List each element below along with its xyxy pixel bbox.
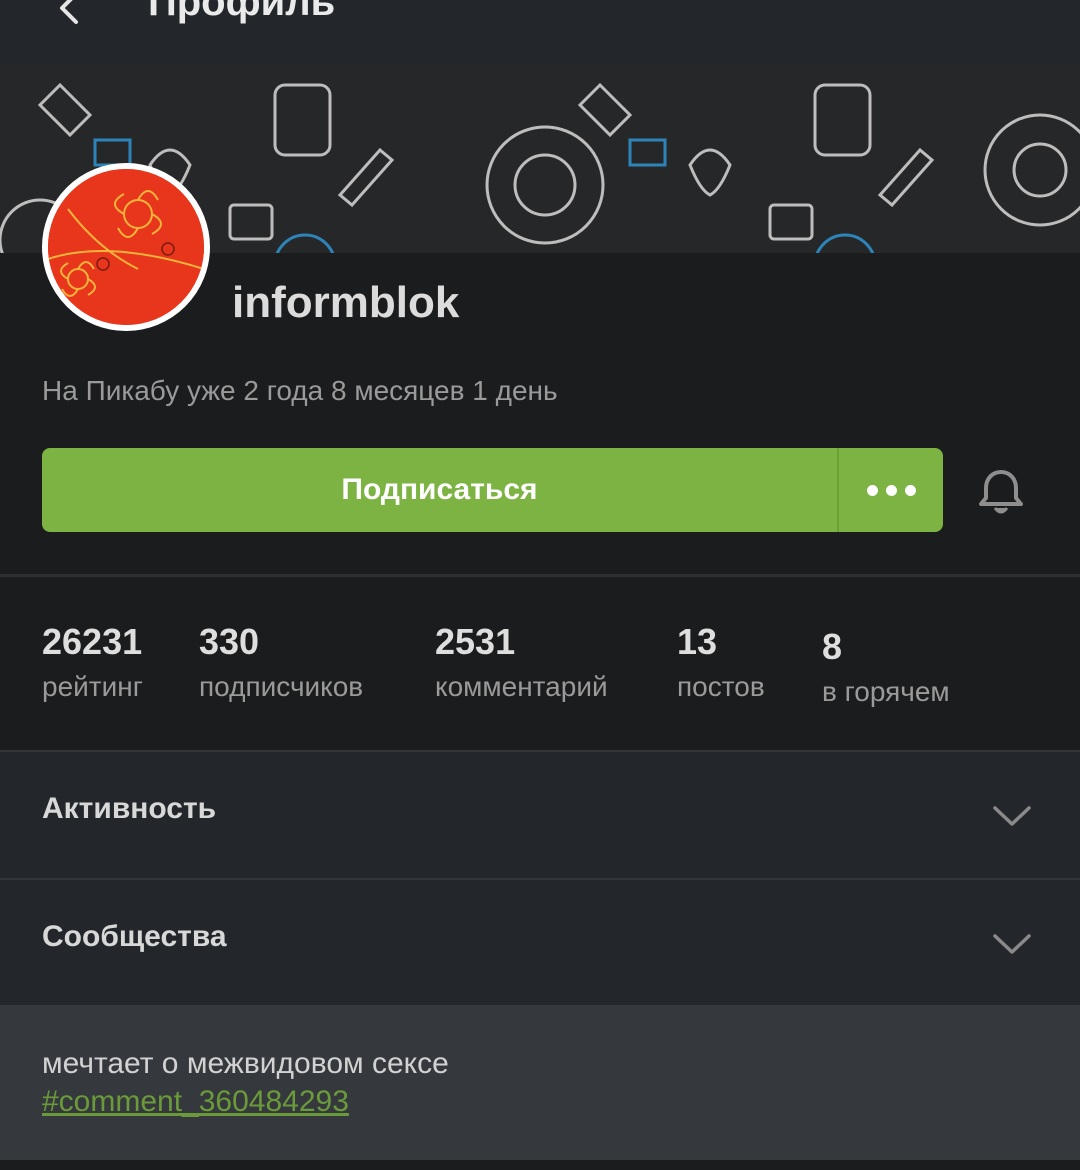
stat-label: постов bbox=[677, 671, 765, 702]
subscribe-button[interactable]: Подписаться bbox=[42, 448, 837, 532]
stat-value: 8 bbox=[822, 626, 843, 667]
more-dots-icon[interactable] bbox=[837, 448, 943, 532]
top-app-bar: Профиль bbox=[0, 0, 1080, 65]
chevron-down-icon bbox=[993, 806, 1031, 826]
stat-value: 2531 bbox=[435, 621, 516, 662]
stat-value: 330 bbox=[199, 621, 260, 662]
page-title: Профиль bbox=[148, 0, 336, 24]
stat-value: 26231 bbox=[42, 621, 143, 662]
stat-label: комментарий bbox=[435, 671, 608, 702]
stat-label: рейтинг bbox=[42, 671, 143, 702]
username: informblok bbox=[232, 278, 460, 327]
member-since: На Пикабу уже 2 года 8 месяцев 1 день bbox=[42, 375, 558, 406]
chevron-down-icon bbox=[993, 934, 1031, 954]
stat-label: в горячем bbox=[822, 676, 950, 707]
section-activity[interactable]: Активность bbox=[0, 752, 1080, 878]
bell-icon[interactable] bbox=[979, 468, 1023, 514]
stat-comments[interactable]: 2531 комментарий bbox=[435, 621, 608, 703]
back-arrow-icon[interactable] bbox=[48, 0, 88, 28]
stat-label: подписчиков bbox=[199, 671, 364, 702]
section-communities[interactable]: Сообщества bbox=[0, 880, 1080, 1006]
avatar[interactable] bbox=[42, 163, 210, 331]
profile-stats: 26231 рейтинг 330 подписчиков 2531 комме… bbox=[0, 577, 1080, 750]
stat-posts[interactable]: 13 постов bbox=[677, 621, 765, 703]
subscribe-group: Подписаться bbox=[42, 448, 943, 532]
note-text: мечтает о межвидовом сексе bbox=[42, 1047, 449, 1080]
stat-subscribers[interactable]: 330 подписчиков bbox=[199, 621, 363, 703]
stat-value: 13 bbox=[677, 621, 718, 662]
profile-note bbox=[0, 1005, 1080, 1160]
stat-hot[interactable]: 8 в горячем bbox=[822, 626, 950, 708]
comment-link[interactable]: #comment_360484293 bbox=[42, 1085, 349, 1119]
stat-rating[interactable]: 26231 рейтинг bbox=[42, 621, 143, 703]
section-label: Сообщества bbox=[42, 920, 227, 953]
section-label: Активность bbox=[42, 792, 217, 825]
